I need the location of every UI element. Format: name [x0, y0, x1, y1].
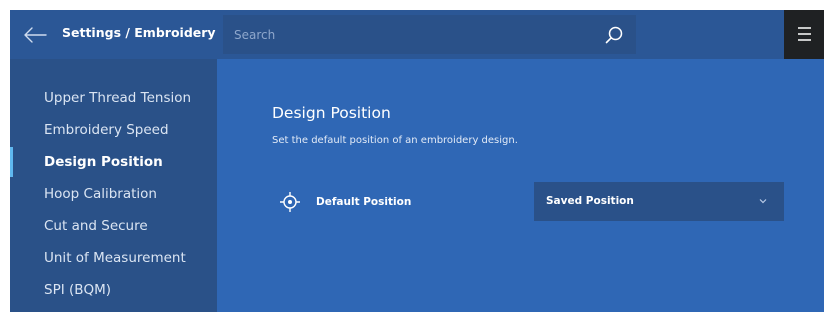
sidebar-item-spi-bqm[interactable]: SPI (BQM)	[10, 275, 217, 305]
sidebar-item-design-position[interactable]: Design Position	[10, 147, 217, 177]
section-description: Set the default position of an embroider…	[272, 135, 518, 146]
sidebar-item-label: Design Position	[44, 154, 163, 170]
sidebar-item-label: Cut and Secure	[44, 218, 148, 234]
search-button[interactable]	[604, 25, 624, 45]
sidebar-item-embroidery-speed[interactable]: Embroidery Speed	[10, 115, 217, 145]
sidebar-item-label: SPI (BQM)	[44, 282, 112, 298]
search-bar	[223, 15, 636, 54]
sidebar-item-unit-of-measurement[interactable]: Unit of Measurement	[10, 243, 217, 273]
main-content: Design Position Set the default position…	[217, 59, 824, 312]
crosshair-icon	[279, 191, 301, 213]
top-bar: Settings / Embroidery	[10, 10, 824, 59]
sidebar-item-upper-thread-tension[interactable]: Upper Thread Tension	[10, 83, 217, 113]
section-title: Design Position	[272, 104, 391, 122]
sidebar-item-hoop-calibration[interactable]: Hoop Calibration	[10, 179, 217, 209]
back-button[interactable]	[22, 24, 48, 46]
search-input[interactable]	[223, 15, 593, 54]
hamburger-icon	[798, 27, 811, 41]
app-window: Settings / Embroidery Upper Thread Tensi…	[10, 10, 824, 312]
menu-button[interactable]	[784, 10, 824, 59]
default-position-label: Default Position	[316, 196, 412, 208]
search-icon	[605, 26, 623, 44]
settings-sidebar: Upper Thread Tension Embroidery Speed De…	[10, 59, 217, 312]
arrow-left-icon	[24, 27, 47, 43]
chevron-down-icon	[759, 199, 767, 204]
sidebar-item-label: Unit of Measurement	[44, 250, 186, 266]
sidebar-item-label: Hoop Calibration	[44, 186, 157, 202]
sidebar-item-label: Embroidery Speed	[44, 122, 169, 138]
default-position-dropdown[interactable]: Saved Position	[534, 182, 784, 221]
page-title: Settings / Embroidery	[62, 25, 216, 40]
dropdown-selected-value: Saved Position	[546, 195, 634, 207]
sidebar-item-label: Upper Thread Tension	[44, 90, 192, 106]
sidebar-item-cut-and-secure[interactable]: Cut and Secure	[10, 211, 217, 241]
